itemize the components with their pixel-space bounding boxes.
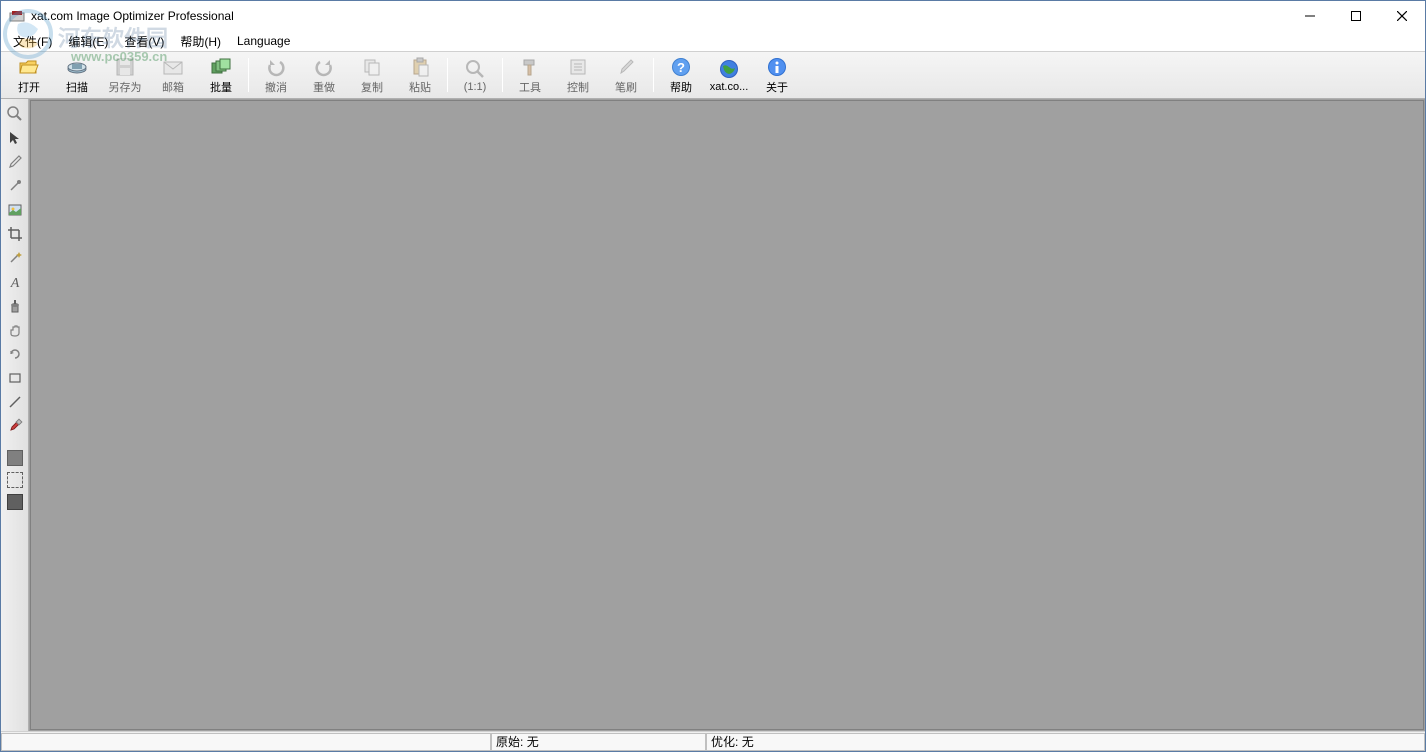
clone-tool[interactable] bbox=[3, 295, 27, 317]
image-tool[interactable] bbox=[3, 199, 27, 221]
hand-tool[interactable] bbox=[3, 319, 27, 341]
paint-tool[interactable] bbox=[3, 415, 27, 437]
rectangle-tool[interactable] bbox=[3, 367, 27, 389]
help-button[interactable]: ? 帮助 bbox=[657, 54, 705, 96]
paste-icon bbox=[408, 56, 432, 78]
rotate-tool[interactable] bbox=[3, 343, 27, 365]
close-button[interactable] bbox=[1379, 1, 1425, 31]
menubar: 文件(F) 编辑(E) 查看(V) 帮助(H) Language bbox=[1, 31, 1425, 51]
status-original: 原始: 无 bbox=[491, 733, 706, 751]
panel-icon bbox=[566, 56, 590, 78]
window-title: xat.com Image Optimizer Professional bbox=[31, 9, 234, 23]
toolbar-separator bbox=[502, 58, 503, 92]
menu-file[interactable]: 文件(F) bbox=[5, 31, 60, 52]
brush-icon bbox=[614, 56, 638, 78]
scan-button[interactable]: 扫描 bbox=[53, 54, 101, 96]
open-button[interactable]: 打开 bbox=[5, 54, 53, 96]
canvas-area[interactable] bbox=[30, 100, 1424, 730]
save-icon bbox=[113, 56, 137, 78]
hammer-icon bbox=[518, 56, 542, 78]
brush-button[interactable]: 笔刷 bbox=[602, 54, 650, 96]
saveas-button[interactable]: 另存为 bbox=[101, 54, 149, 96]
zoom-icon bbox=[463, 58, 487, 80]
globe-icon bbox=[717, 58, 741, 80]
batch-icon bbox=[209, 56, 233, 78]
window-controls bbox=[1287, 1, 1425, 31]
pipette-tool[interactable] bbox=[3, 175, 27, 197]
redo-icon bbox=[312, 56, 336, 78]
xatcom-button[interactable]: xat.co... bbox=[705, 54, 753, 96]
status-panel-left bbox=[1, 733, 491, 751]
toolbar: 打开 扫描 另存为 邮箱 批量 撤消 重做 复制 粘贴 (1:1) 工具 bbox=[1, 51, 1425, 99]
color-swatch-3[interactable] bbox=[7, 494, 23, 510]
paste-button[interactable]: 粘贴 bbox=[396, 54, 444, 96]
line-tool[interactable] bbox=[3, 391, 27, 413]
color-swatch-2[interactable] bbox=[7, 472, 23, 488]
titlebar: xat.com Image Optimizer Professional bbox=[1, 1, 1425, 31]
copy-button[interactable]: 复制 bbox=[348, 54, 396, 96]
crop-tool[interactable] bbox=[3, 223, 27, 245]
mail-icon bbox=[161, 56, 185, 78]
about-button[interactable]: 关于 bbox=[753, 54, 801, 96]
maximize-button[interactable] bbox=[1333, 1, 1379, 31]
pointer-tool[interactable] bbox=[3, 127, 27, 149]
menu-help[interactable]: 帮助(H) bbox=[172, 31, 229, 52]
undo-button[interactable]: 撤消 bbox=[252, 54, 300, 96]
side-toolbar: A bbox=[1, 99, 29, 731]
menu-view[interactable]: 查看(V) bbox=[116, 31, 172, 52]
folder-open-icon bbox=[17, 56, 41, 78]
text-tool[interactable]: A bbox=[3, 271, 27, 293]
app-icon bbox=[9, 8, 25, 24]
menu-edit[interactable]: 编辑(E) bbox=[60, 31, 116, 52]
mail-button[interactable]: 邮箱 bbox=[149, 54, 197, 96]
svg-text:A: A bbox=[9, 276, 19, 290]
zoom-11-button[interactable]: (1:1) bbox=[451, 54, 499, 96]
undo-icon bbox=[264, 56, 288, 78]
copy-icon bbox=[360, 56, 384, 78]
redo-button[interactable]: 重做 bbox=[300, 54, 348, 96]
toolbar-separator bbox=[447, 58, 448, 92]
tools-button[interactable]: 工具 bbox=[506, 54, 554, 96]
toolbar-separator bbox=[248, 58, 249, 92]
workspace: A bbox=[1, 99, 1425, 731]
statusbar: 原始: 无 优化: 无 bbox=[1, 731, 1425, 751]
toolbar-separator bbox=[653, 58, 654, 92]
control-button[interactable]: 控制 bbox=[554, 54, 602, 96]
menu-language[interactable]: Language bbox=[229, 32, 298, 50]
minimize-button[interactable] bbox=[1287, 1, 1333, 31]
scanner-icon bbox=[65, 56, 89, 78]
zoom-tool[interactable] bbox=[3, 103, 27, 125]
help-icon: ? bbox=[669, 56, 693, 78]
wand-tool[interactable] bbox=[3, 247, 27, 269]
color-swatch-1[interactable] bbox=[7, 450, 23, 466]
batch-button[interactable]: 批量 bbox=[197, 54, 245, 96]
svg-text:?: ? bbox=[677, 60, 685, 75]
eyedropper-tool[interactable] bbox=[3, 151, 27, 173]
status-optimized: 优化: 无 bbox=[706, 733, 1425, 751]
info-icon bbox=[765, 56, 789, 78]
